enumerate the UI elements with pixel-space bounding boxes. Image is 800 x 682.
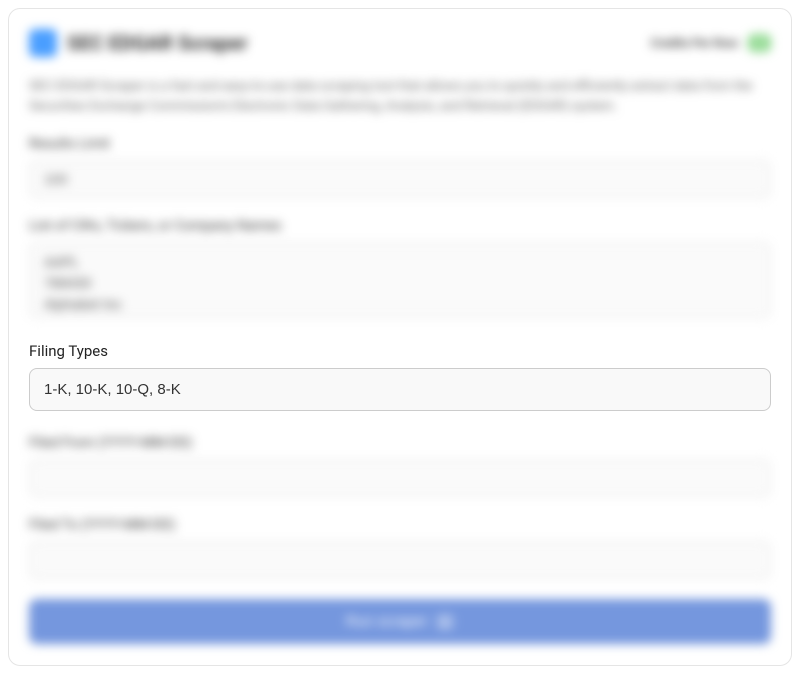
results-limit-group: Results Limit <box>29 136 771 198</box>
header-section: SEC EDGAR Scraper Credits Per Row: 1 SEC… <box>29 29 771 322</box>
results-limit-input[interactable] <box>29 160 771 198</box>
filed-from-label: Filed From (YYYY-MM-DD) <box>29 435 771 451</box>
companies-group: List of CIKs, Tickers, or Company Names … <box>29 218 771 322</box>
run-badge: 1 <box>436 614 455 630</box>
companies-input[interactable]: AAPL 788430 Alphabet Inc <box>29 242 771 318</box>
filed-from-input[interactable] <box>29 459 771 497</box>
filing-types-input[interactable] <box>29 368 771 411</box>
filed-to-group: Filed To (YYYY-MM-DD) <box>29 517 771 579</box>
filed-from-group: Filed From (YYYY-MM-DD) <box>29 435 771 497</box>
credits-row: Credits Per Row: 1 <box>651 34 771 52</box>
footer-section: Filed From (YYYY-MM-DD) Filed To (YYYY-M… <box>29 435 771 644</box>
header: SEC EDGAR Scraper Credits Per Row: 1 <box>29 29 771 57</box>
run-label: Run scraper <box>346 613 428 630</box>
credits-badge: 1 <box>748 34 771 52</box>
title-row: SEC EDGAR Scraper <box>29 29 248 57</box>
filed-to-input[interactable] <box>29 541 771 579</box>
run-scraper-button[interactable]: Run scraper 1 <box>29 599 771 644</box>
main-container: SEC EDGAR Scraper Credits Per Row: 1 SEC… <box>8 8 792 666</box>
page-title: SEC EDGAR Scraper <box>67 31 248 55</box>
companies-label: List of CIKs, Tickers, or Company Names <box>29 218 771 234</box>
filing-types-group: Filing Types <box>29 342 771 411</box>
filing-types-label: Filing Types <box>29 342 771 360</box>
description: SEC EDGAR Scraper is a fast and easy-to-… <box>29 77 771 116</box>
filed-to-label: Filed To (YYYY-MM-DD) <box>29 517 771 533</box>
results-limit-label: Results Limit <box>29 136 771 152</box>
app-icon <box>29 29 57 57</box>
credits-label: Credits Per Row: <box>651 36 741 50</box>
